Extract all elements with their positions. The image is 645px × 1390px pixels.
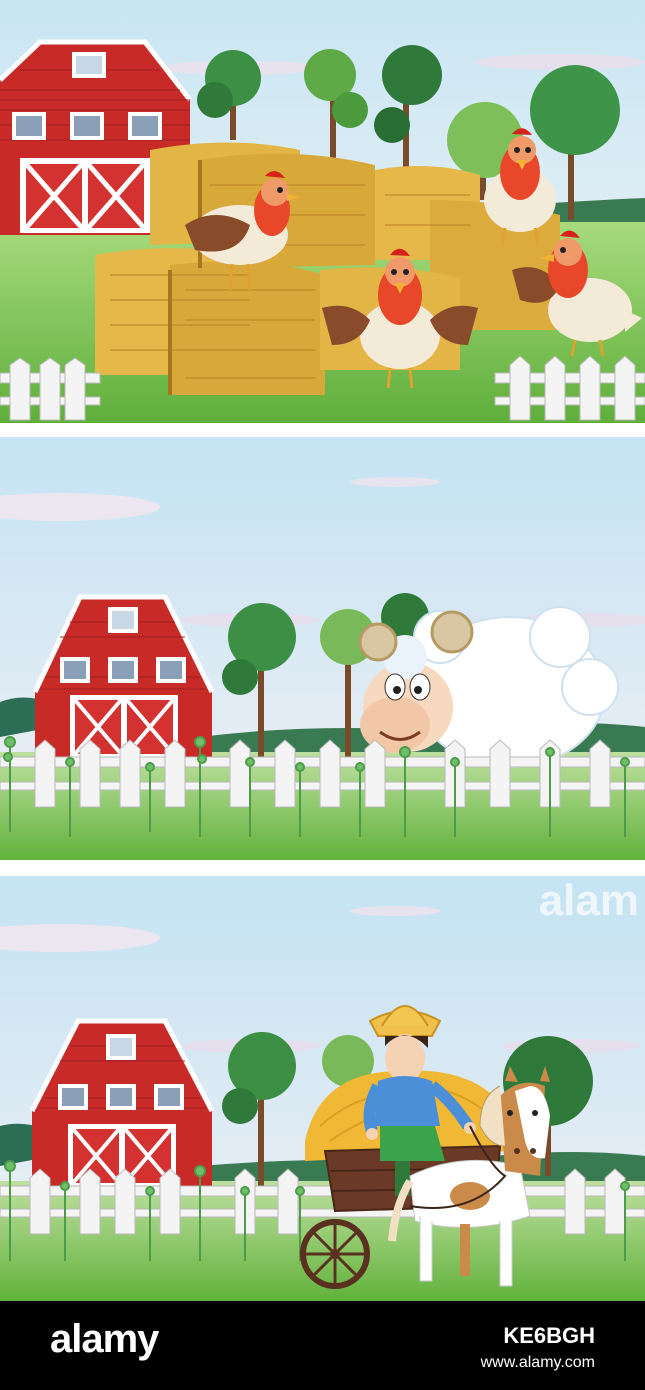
image-id: KE6BGH <box>503 1323 595 1348</box>
footer-bar: alamy KE6BGH www.alamy.com <box>0 1301 645 1390</box>
alamy-logo: alamy <box>50 1317 159 1361</box>
farm-scene-sheep <box>0 437 645 860</box>
site-url: www.alamy.com <box>480 1354 595 1371</box>
farm-scene-chickens <box>0 0 645 423</box>
cloud <box>350 906 440 916</box>
horse-cart-illustration <box>0 876 645 1301</box>
sheep-illustration <box>0 437 645 860</box>
watermark-text: alam <box>538 876 639 925</box>
chickens-illustration <box>0 0 645 423</box>
cloud <box>350 477 440 487</box>
farm-scene-horse-cart: alam <box>0 876 645 1301</box>
